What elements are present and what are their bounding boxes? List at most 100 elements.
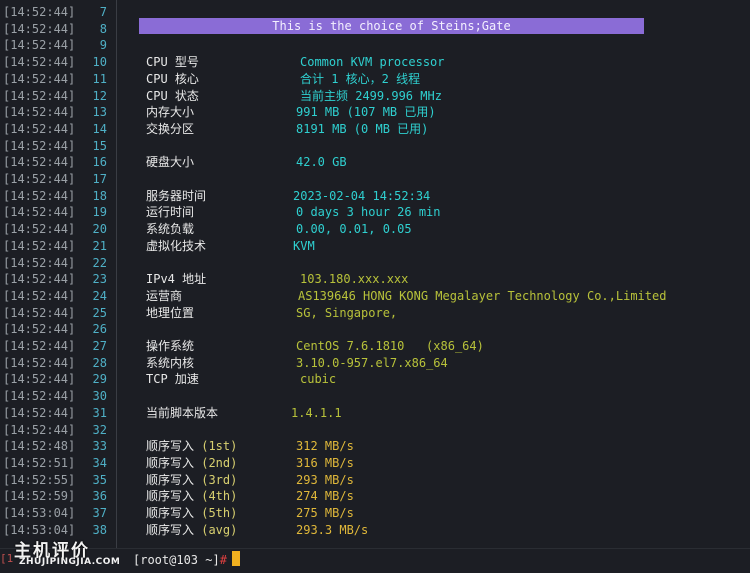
line-timestamp: [14:52:44] (3, 155, 76, 170)
terminal-line: [14:52:44] 28 系统内核 3.10.0-957.el7.x86_64 (0, 355, 750, 372)
terminal-output[interactable]: This is the choice of Steins;Gate [14:52… (0, 0, 750, 548)
label-tag: (4th) (201, 489, 238, 504)
line-timestamp: [14:52:44] (3, 372, 76, 387)
line-number: 21 (92, 238, 107, 253)
info-value: 312 MB/s (296, 439, 354, 454)
info-label: 系统负载 (146, 222, 195, 237)
terminal-line: [14:52:44] 12 CPU 状态 当前主频 2499.996 MHz (0, 88, 750, 105)
info-value: 293.3 MB/s (296, 522, 369, 537)
info-label: 操作系统 (146, 339, 195, 353)
line-number: 10 (92, 55, 107, 70)
terminal-line: [14:52:44] 13 内存大小 991 MB (107 MB 已用) (0, 104, 750, 121)
terminal-line: [14:52:44] 26 (0, 321, 750, 338)
info-value: 1.4.1.1 (291, 405, 342, 420)
line-number: 16 (92, 155, 107, 170)
info-value: 293 MB/s (296, 472, 354, 487)
info-label: 顺序写入 (1st) (146, 438, 237, 455)
line-number: 32 (92, 422, 107, 437)
line-number: 33 (92, 439, 107, 454)
info-label: CPU 型号 (146, 55, 199, 70)
shell-prompt[interactable]: [root@103 ~]# (133, 552, 227, 568)
line-number: 22 (92, 255, 107, 270)
line-timestamp: [14:52:55] (3, 472, 76, 487)
line-number: 25 (92, 305, 107, 320)
info-label: 顺序写入 (avg) (146, 522, 237, 539)
terminal-line: [14:52:48] 33 顺序写入 (1st) 312 MB/s (0, 438, 750, 455)
info-label: 运营商 (146, 288, 183, 303)
info-value: 103.180.xxx.xxx (300, 272, 409, 287)
terminal-line: [14:52:51] 34 顺序写入 (2nd) 316 MB/s (0, 455, 750, 472)
terminal-line: [14:52:55] 35 顺序写入 (3rd) 293 MB/s (0, 472, 750, 489)
line-number: 7 (99, 5, 107, 19)
terminal-line: [14:52:44] 7 (0, 4, 750, 21)
terminal-line: [14:52:44] 23 IPv4 地址 103.180.xxx.xxx (0, 271, 750, 288)
line-number: 28 (92, 355, 107, 370)
line-timestamp: [14:52:51] (3, 455, 76, 470)
info-value: SG, Singapore, (296, 305, 398, 320)
info-value: AS139646 HONG KONG Megalayer Technology … (298, 288, 667, 303)
info-value: 42.0 GB (296, 155, 347, 170)
line-number: 20 (92, 222, 107, 237)
terminal-line: [14:52:44] 25 地理位置 SG, Singapore, (0, 305, 750, 322)
line-timestamp: [14:52:44] (3, 355, 76, 370)
line-number: 35 (92, 472, 107, 487)
prompt-hash: # (219, 553, 227, 567)
prompt-text: [root@103 ~] (133, 553, 220, 567)
terminal-line: [14:53:04] 38 顺序写入 (avg) 293.3 MB/s (0, 522, 750, 539)
line-timestamp: [14:52:44] (3, 21, 76, 36)
info-value: 316 MB/s (296, 455, 354, 470)
terminal-line: [14:52:44] 10 CPU 型号 Common KVM processor (0, 54, 750, 71)
line-timestamp: [14:52:44] (3, 222, 76, 237)
line-timestamp: [14:52:44] (3, 305, 76, 320)
terminal-line: [14:52:44] 30 (0, 388, 750, 405)
line-number: 23 (92, 272, 107, 287)
line-timestamp: [14:52:44] (3, 288, 76, 303)
line-timestamp: [14:52:44] (3, 272, 76, 287)
terminal-line: [14:52:44] 31 当前脚本版本 1.4.1.1 (0, 405, 750, 422)
info-label: CPU 核心 (146, 71, 199, 86)
terminal-line: [14:53:04] 37 顺序写入 (5th) 275 MB/s (0, 505, 750, 522)
line-number: 11 (92, 71, 107, 86)
line-number: 24 (92, 288, 107, 303)
terminal-line: [14:52:44] 14 交换分区 8191 MB (0 MB 已用) (0, 121, 750, 138)
terminal-line: [14:52:44] 24 运营商 AS139646 HONG KONG Megala… (0, 288, 750, 305)
line-timestamp: [14:52:44] (3, 105, 76, 120)
line-number: 14 (92, 121, 107, 136)
line-timestamp: [14:52:44] (3, 38, 76, 53)
info-value: 275 MB/s (296, 506, 354, 520)
text-cursor (232, 551, 240, 566)
line-number: 31 (92, 405, 107, 420)
info-label: 当前脚本版本 (146, 405, 219, 420)
line-timestamp: [14:52:44] (3, 238, 76, 253)
pane-marker: [1 (0, 552, 14, 565)
label-text: 顺序写入 (146, 439, 202, 454)
line-timestamp: [14:52:44] (3, 389, 76, 404)
line-timestamp: [14:52:44] (3, 55, 76, 70)
info-label: 顺序写入 (3rd) (146, 472, 237, 489)
line-timestamp: [14:52:44] (3, 5, 76, 19)
terminal-line: [14:52:44] 18 服务器时间 2023-02-04 14:52:34 (0, 188, 750, 205)
line-number: 29 (92, 372, 107, 387)
line-timestamp: [14:53:04] (3, 506, 76, 520)
line-number: 13 (92, 105, 107, 120)
label-tag: (avg) (201, 522, 238, 537)
info-label: 运行时间 (146, 205, 195, 220)
info-value: 3.10.0-957.el7.x86_64 (296, 355, 448, 370)
terminal-line: [14:52:44] 11 CPU 核心 合计 1 核心，2 线程 (0, 71, 750, 88)
info-value: 0.00, 0.01, 0.05 (296, 222, 412, 237)
label-text: 顺序写入 (146, 522, 202, 537)
line-timestamp: [14:52:44] (3, 255, 76, 270)
info-value: KVM (293, 238, 315, 253)
info-value: 2023-02-04 14:52:34 (293, 188, 431, 203)
info-label: 顺序写入 (2nd) (146, 455, 237, 472)
terminal-line: [14:52:44] 29 TCP 加速 cubic (0, 371, 750, 388)
line-timestamp: [14:52:44] (3, 88, 76, 103)
info-label: 硬盘大小 (146, 155, 195, 170)
info-label: 地理位置 (146, 305, 195, 320)
label-text: 顺序写入 (146, 472, 202, 487)
label-tag: (1st) (201, 439, 238, 454)
line-number: 15 (92, 138, 107, 153)
line-timestamp: [14:52:44] (3, 121, 76, 136)
info-value: Common KVM processor (300, 55, 445, 70)
line-number: 12 (92, 88, 107, 103)
